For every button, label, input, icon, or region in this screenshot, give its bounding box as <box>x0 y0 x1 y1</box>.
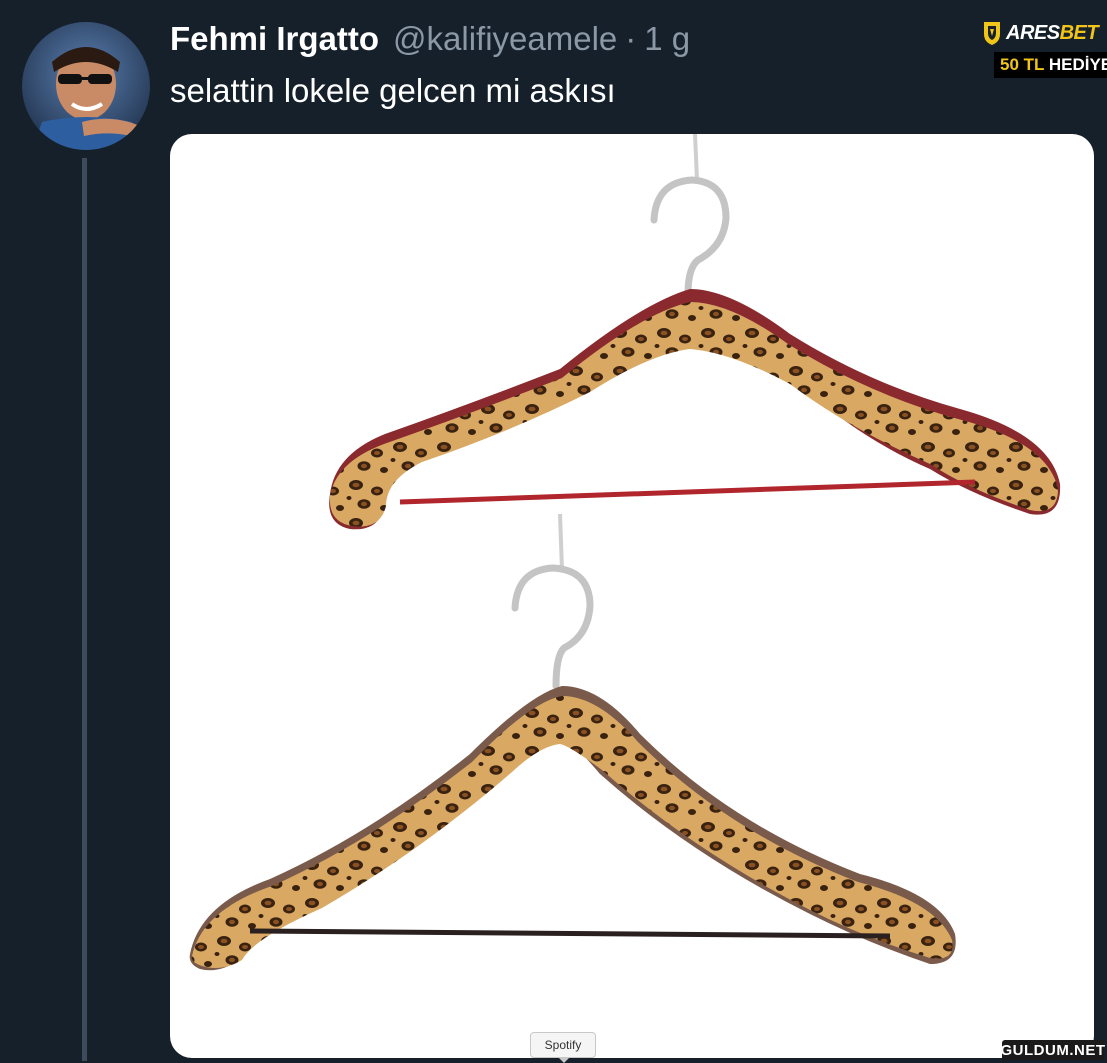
ad-brand: ARESBET <box>1006 21 1099 45</box>
tweet-header: Fehmi Irgatto @kalifiyeamele · 1 g <box>170 20 690 58</box>
tweet-text: selattin lokele gelcen mi askısı <box>170 72 616 109</box>
tweet-media[interactable] <box>170 134 1094 1058</box>
ad-brand-left: ARES <box>1006 21 1060 44</box>
hanger-bottom <box>189 513 956 971</box>
separator-dot: · <box>625 20 637 57</box>
thread-line <box>82 158 87 1061</box>
spotify-tooltip: Spotify <box>530 1032 596 1063</box>
author-handle[interactable]: @kalifiyeamele <box>393 20 617 58</box>
avatar[interactable] <box>22 22 150 150</box>
ad-gift-amount: 50 TL <box>1000 55 1045 74</box>
ad-gift-label: 50 TL HEDİYE <box>994 52 1107 78</box>
ad-logo: ARESBET <box>982 20 1100 46</box>
shield-icon <box>984 22 1000 45</box>
author-name[interactable]: Fehmi Irgatto <box>170 20 379 58</box>
hanger-image <box>189 134 1061 971</box>
ad-gift-text: HEDİYE <box>1048 55 1107 74</box>
avatar-image <box>22 22 150 150</box>
tweet-time[interactable]: 1 g <box>644 20 690 58</box>
site-watermark: GULDUM.NET <box>1000 1040 1106 1060</box>
ad-badge[interactable]: ARESBET 50 TL HEDİYE <box>982 20 1107 84</box>
hanger-top <box>329 134 1061 530</box>
ad-brand-right: BET <box>1059 21 1099 44</box>
